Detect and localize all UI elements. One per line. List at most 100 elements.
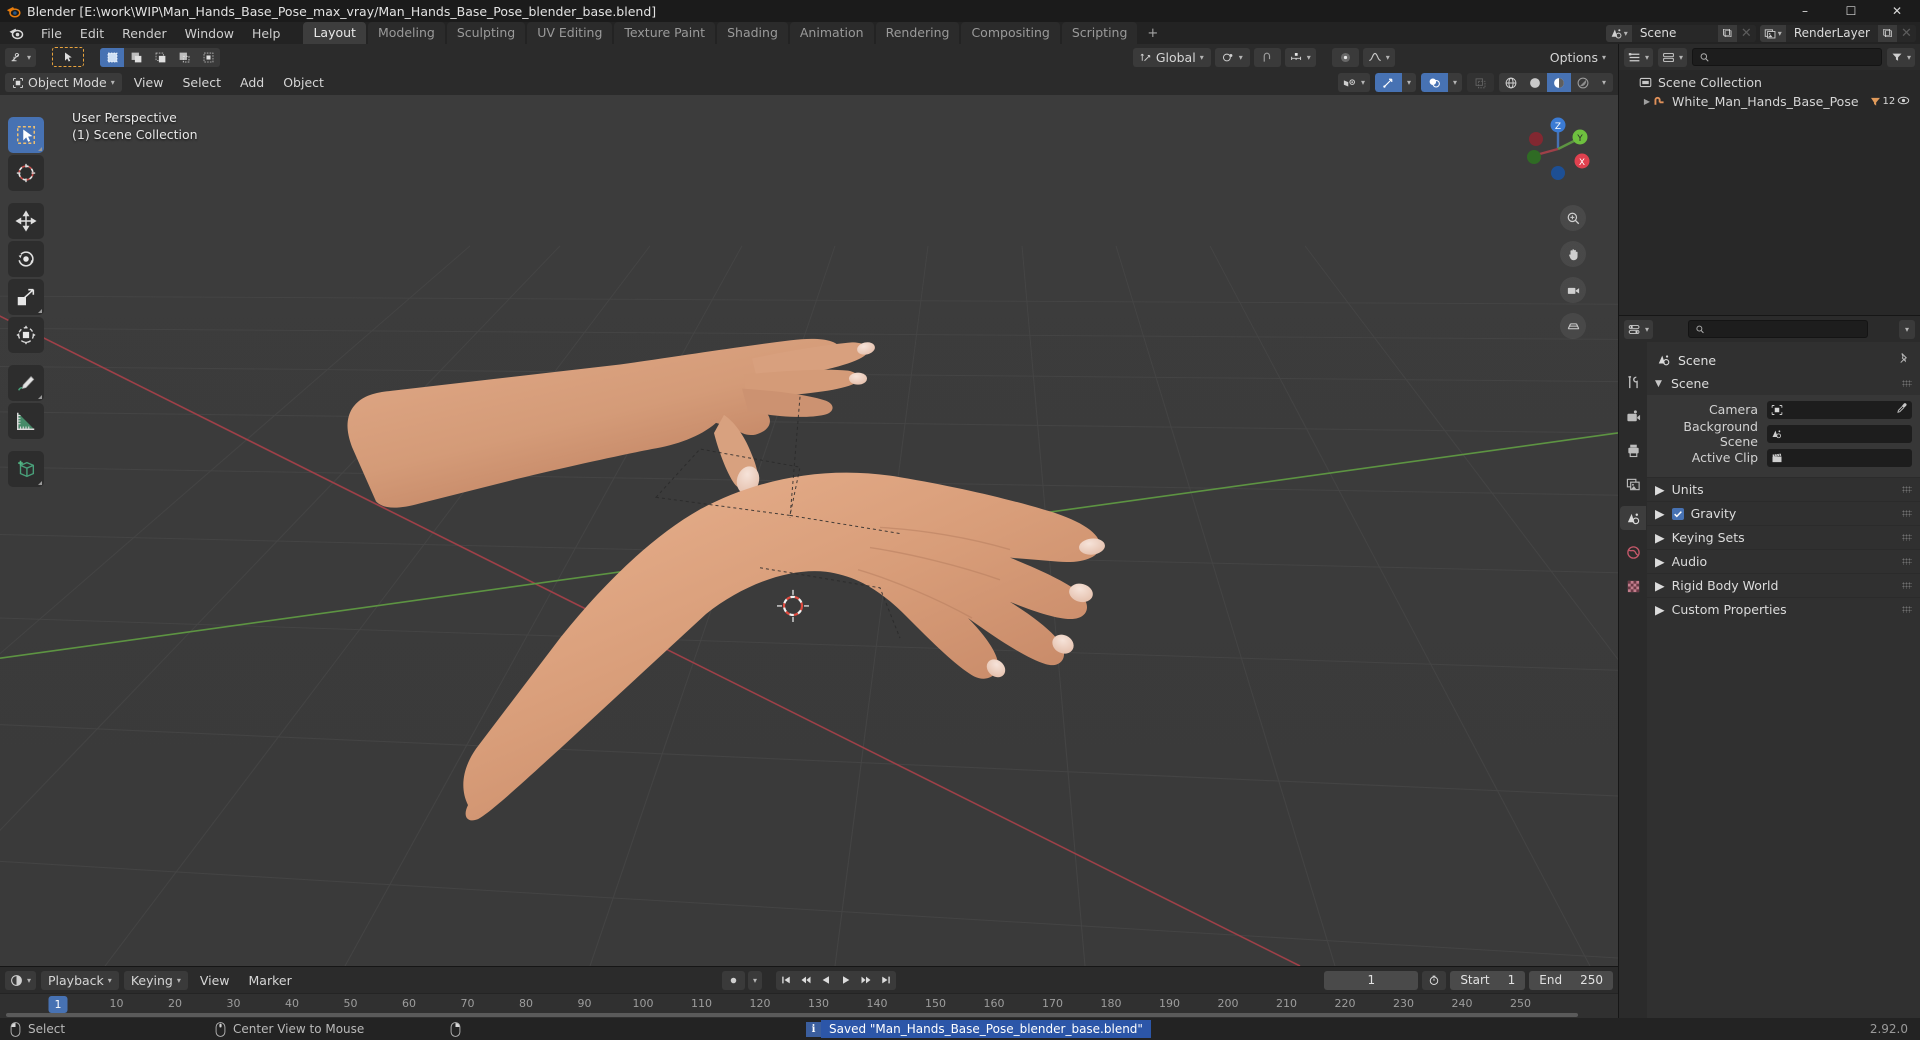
outliner-filter-button[interactable]: ▾	[1886, 47, 1915, 67]
snap-settings-button[interactable]: ▾	[1284, 47, 1316, 67]
properties-options-button[interactable]: ▾	[1898, 319, 1915, 339]
workspace-tab-modeling[interactable]: Modeling	[367, 22, 445, 44]
panel-expander-icon[interactable]: ▶	[1655, 578, 1665, 593]
proportional-edit-toggle[interactable]	[1331, 47, 1359, 67]
play-reverse-button[interactable]	[816, 970, 837, 990]
panel-expander-icon[interactable]: ▶	[1655, 554, 1665, 569]
properties-tab-viewlayer[interactable]	[1620, 472, 1646, 496]
timeline-menu-playback[interactable]: Playback ▾	[41, 970, 119, 990]
properties-tab-world[interactable]	[1620, 540, 1646, 564]
add-workspace-button[interactable]: +	[1139, 23, 1166, 44]
xray-toggle-button[interactable]	[1467, 73, 1494, 92]
outliner-row-object[interactable]: ▶ White_Man_Hands_Base_Pose 12	[1619, 92, 1920, 111]
select-box-tool[interactable]	[8, 117, 44, 153]
active-clip-field[interactable]	[1767, 448, 1912, 467]
shading-material-icon[interactable]	[1547, 73, 1571, 92]
menu-help[interactable]: Help	[243, 24, 290, 43]
transform-tool[interactable]	[8, 317, 44, 353]
select-subtract-icon[interactable]	[148, 48, 172, 67]
menu-file[interactable]: File	[32, 24, 71, 43]
unlink-scene-button[interactable]: ✕	[1736, 24, 1756, 42]
viewlayer-icon[interactable]: ▾	[1759, 24, 1786, 42]
viewport-options-button[interactable]: Options ▾	[1543, 48, 1613, 67]
select-invert-icon[interactable]	[172, 48, 196, 67]
shading-solid-icon[interactable]	[1523, 73, 1547, 92]
measure-tool[interactable]	[8, 403, 44, 439]
panel-expander-icon[interactable]: ▶	[1655, 530, 1665, 545]
pan-hand-icon[interactable]	[1560, 241, 1586, 267]
overlays-settings-button[interactable]: ▾	[1447, 73, 1462, 92]
shading-wireframe-icon[interactable]	[1499, 73, 1523, 92]
view-layer-selector[interactable]: ▾ RenderLayer ⧉ ✕	[1759, 24, 1916, 42]
outliner-row-scene-collection[interactable]: Scene Collection	[1619, 73, 1920, 92]
panel-expander-icon[interactable]: ▶	[1655, 602, 1665, 617]
menu-render[interactable]: Render	[113, 24, 176, 43]
new-view-layer-button[interactable]: ⧉	[1878, 24, 1897, 42]
auto-keying-settings[interactable]: ▾	[747, 970, 763, 990]
previous-keyframe-button[interactable]	[796, 970, 817, 990]
rotate-tool[interactable]	[8, 241, 44, 277]
shading-settings-button[interactable]: ▾	[1595, 73, 1613, 92]
remove-view-layer-button[interactable]: ✕	[1897, 24, 1916, 42]
workspace-tab-animation[interactable]: Animation	[789, 22, 874, 44]
expander-icon[interactable]: ▶	[1641, 97, 1653, 106]
blender-menu-icon[interactable]	[8, 25, 24, 41]
scene-panel-header[interactable]: ▼ Scene	[1647, 372, 1920, 395]
object-mode-selector[interactable]: Object Mode ▾	[5, 73, 122, 92]
current-frame-field[interactable]: 1	[1324, 970, 1419, 990]
rigid-body-world-panel-header[interactable]: ▶ Rigid Body World	[1647, 573, 1920, 597]
viewport-menu-add[interactable]: Add	[233, 73, 271, 92]
add-cube-tool[interactable]	[8, 451, 44, 487]
menu-window[interactable]: Window	[176, 24, 243, 43]
viewport-menu-select[interactable]: Select	[175, 73, 228, 92]
timeline-scrollbar[interactable]	[6, 1013, 1578, 1017]
view-layer-name[interactable]: RenderLayer	[1785, 24, 1878, 42]
timeline-playhead[interactable]: 1	[48, 996, 68, 1013]
transform-orientation-selector[interactable]: Global ▾	[1132, 47, 1211, 67]
workspace-tab-scripting[interactable]: Scripting	[1061, 22, 1138, 44]
panel-expander-icon[interactable]: ▶	[1655, 506, 1665, 521]
gravity-panel-header[interactable]: ▶ Gravity	[1647, 501, 1920, 525]
zoom-icon[interactable]	[1560, 205, 1586, 231]
jump-to-start-button[interactable]	[776, 970, 797, 990]
camera-field[interactable]	[1767, 400, 1912, 419]
use-preview-range-button[interactable]	[1422, 970, 1447, 990]
overlays-toggle-button[interactable]	[1420, 73, 1448, 92]
jump-to-end-button[interactable]	[876, 970, 897, 990]
visibility-selector[interactable]: ▾	[1337, 73, 1370, 92]
select-intersect-icon[interactable]	[196, 48, 220, 67]
next-keyframe-button[interactable]	[856, 970, 877, 990]
properties-tab-scene[interactable]	[1620, 506, 1646, 530]
timeline-menu-marker[interactable]: Marker	[242, 971, 299, 990]
scene-selector[interactable]: ▾ Scene ⧉ ✕	[1605, 24, 1756, 42]
scene-name[interactable]: Scene	[1631, 24, 1718, 42]
workspace-tab-layout[interactable]: Layout	[303, 22, 366, 44]
shading-rendered-icon[interactable]	[1571, 73, 1595, 92]
properties-editor-type-selector[interactable]: ▾	[1624, 319, 1654, 339]
properties-tab-render[interactable]	[1620, 404, 1646, 428]
camera-icon[interactable]	[1560, 277, 1586, 303]
workspace-tab-uv-editing[interactable]: UV Editing	[527, 22, 613, 44]
properties-search-field[interactable]	[1710, 322, 1861, 336]
background-scene-field[interactable]	[1767, 424, 1912, 443]
workspace-tab-sculpting[interactable]: Sculpting	[446, 22, 526, 44]
new-scene-button[interactable]: ⧉	[1717, 24, 1737, 42]
viewport-menu-view[interactable]: View	[127, 73, 171, 92]
annotate-tool[interactable]	[8, 365, 44, 401]
visibility-eye-icon[interactable]	[1897, 94, 1910, 110]
workspace-tab-shading[interactable]: Shading	[717, 22, 788, 44]
snap-toggle-button[interactable]	[1253, 47, 1281, 67]
auto-keying-toggle[interactable]	[721, 970, 745, 990]
properties-tab-tool[interactable]	[1620, 370, 1646, 394]
eyedropper-icon[interactable]	[1896, 402, 1908, 418]
viewport-3d[interactable]: User Perspective (1) Scene Collection Z …	[0, 95, 1618, 966]
outliner-editor-type-selector[interactable]: ▾	[1624, 47, 1654, 67]
pivot-point-selector[interactable]: ▾	[1214, 47, 1250, 67]
move-tool[interactable]	[8, 203, 44, 239]
start-frame-field[interactable]: Start 1	[1450, 970, 1526, 990]
minimize-button[interactable]: –	[1782, 0, 1828, 22]
workspace-tab-texture-paint[interactable]: Texture Paint	[614, 22, 716, 44]
gravity-checkbox[interactable]	[1671, 507, 1684, 520]
ortho-persp-icon[interactable]	[1560, 313, 1586, 339]
proportional-falloff-selector[interactable]: ▾	[1362, 47, 1395, 67]
